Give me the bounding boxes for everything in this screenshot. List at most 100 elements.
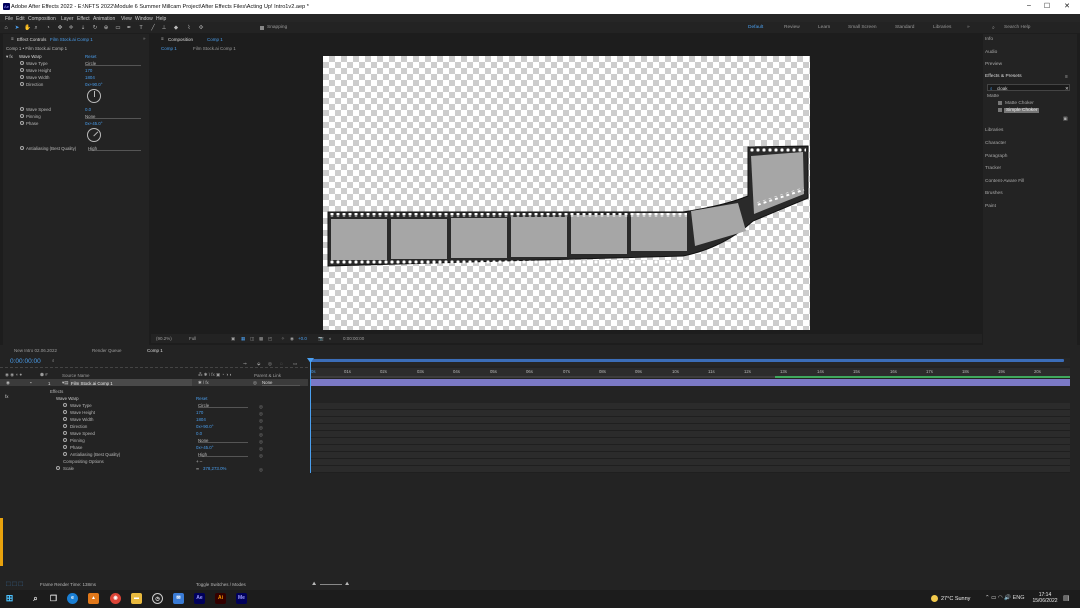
menu-animation[interactable]: Animation: [93, 16, 115, 22]
mail-icon[interactable]: ✉: [173, 593, 184, 604]
tl-wave-type-dropdown[interactable]: Circle: [198, 403, 248, 408]
stopwatch-icon[interactable]: [20, 82, 24, 86]
weather-text[interactable]: 27°C Sunny: [941, 596, 970, 602]
zoom-dropdown[interactable]: (90.2%): [156, 336, 172, 341]
menu-edit[interactable]: Edit: [16, 16, 25, 22]
wave-height-value[interactable]: 170: [85, 68, 92, 73]
stopwatch-icon[interactable]: [20, 114, 24, 118]
frame-blending-icon[interactable]: ▭: [293, 361, 297, 367]
category-matte[interactable]: Matte: [987, 94, 999, 99]
maximize-icon[interactable]: ☐: [1040, 2, 1054, 10]
phase-value[interactable]: 0x+45.0°: [85, 121, 103, 126]
panel-content-aware-fill[interactable]: Content-Aware Fill: [985, 179, 1024, 184]
file-explorer-icon[interactable]: ▬: [131, 593, 142, 604]
pen-tool-icon[interactable]: ✒: [126, 25, 132, 31]
viewer-timecode[interactable]: 0:00:00:00: [343, 336, 364, 341]
orbit-tool-icon[interactable]: ◔: [45, 25, 51, 31]
stopwatch-icon[interactable]: [63, 445, 67, 449]
tree-wave-warp[interactable]: Wave Warp: [56, 396, 79, 401]
clock[interactable]: 17:14 15/06/2022: [1032, 592, 1058, 604]
menu-window[interactable]: Window: [135, 16, 153, 22]
subtab-comp-1[interactable]: Comp 1: [161, 46, 177, 51]
wave-width-value[interactable]: 1804: [85, 75, 95, 80]
stopwatch-icon[interactable]: [63, 431, 67, 435]
effects-search-box[interactable]: ⌕ cloak ✕: [987, 84, 1070, 91]
close-icon[interactable]: ✕: [1060, 2, 1074, 10]
edge-icon[interactable]: e: [67, 593, 78, 604]
menu-view[interactable]: View: [121, 16, 132, 22]
layer-duration-bar[interactable]: [310, 379, 1070, 386]
snapping-checkbox[interactable]: [260, 26, 264, 30]
transparency-grid-icon[interactable]: ▩: [259, 336, 263, 342]
composition-canvas[interactable]: [323, 56, 810, 330]
panel-info[interactable]: Info: [985, 37, 993, 42]
tl-phase-value[interactable]: 0x+45.0°: [196, 445, 214, 450]
tl-wave-width-value[interactable]: 1804: [196, 417, 206, 422]
antialiasing-dropdown[interactable]: High: [88, 146, 141, 151]
clock-app-icon[interactable]: ◷: [152, 593, 163, 604]
workspace-learn[interactable]: Learn: [818, 25, 830, 30]
comp-flowchart-icon[interactable]: ⇝: [243, 361, 247, 367]
panel-character[interactable]: Character: [985, 141, 1006, 146]
zoom-tool-icon[interactable]: ⌕: [33, 25, 39, 31]
wave-speed-value[interactable]: 0.0: [85, 107, 91, 112]
phase-dial[interactable]: [84, 125, 104, 145]
reset-link[interactable]: Reset: [85, 54, 96, 59]
tab-comp-1[interactable]: Comp 1: [147, 348, 163, 353]
layer-name[interactable]: Film Stock.ai Comp 1: [70, 379, 192, 386]
rotate-tool-icon[interactable]: ↻: [92, 25, 98, 31]
effect-simple-choker[interactable]: Simple Choker: [1004, 107, 1040, 113]
stopwatch-icon[interactable]: [63, 424, 67, 428]
panel-tracker[interactable]: Tracker: [985, 166, 1001, 171]
3d-view-icon[interactable]: ◰: [268, 336, 272, 342]
panel-libraries[interactable]: Libraries: [985, 128, 1003, 133]
windows-start-icon[interactable]: ⊞: [4, 593, 15, 604]
tl-wave-speed-value[interactable]: 0.0: [196, 431, 202, 436]
layer-row[interactable]: ◉ ▪ 1 ▾▤ Film Stock.ai Comp 1 ✱ / fx ◎ N…: [0, 379, 308, 386]
tl-direction-value[interactable]: 0x+90.0°: [196, 424, 214, 429]
scale-value[interactable]: 378,273.0%: [203, 466, 226, 471]
clone-stamp-icon[interactable]: ⊥: [161, 25, 167, 31]
clear-search-icon[interactable]: ✕: [1065, 86, 1069, 92]
selection-tool-icon[interactable]: ➤: [14, 25, 20, 31]
tree-scale[interactable]: Scale: [63, 466, 74, 471]
chrome-icon[interactable]: ◉: [110, 593, 121, 604]
expression-pickwhip-icons[interactable]: ◎ ◎ ◎ ◎ ◎ ◎ ◎ ◎ ◎: [259, 403, 263, 473]
workspace-default[interactable]: Default: [748, 25, 763, 30]
task-view-icon[interactable]: ❐: [48, 593, 59, 604]
direction-dial[interactable]: [87, 89, 101, 103]
tab-composition-comp[interactable]: Comp 1: [207, 37, 223, 42]
stopwatch-icon[interactable]: [63, 403, 67, 407]
new-folder-icon[interactable]: ▣: [1063, 116, 1068, 122]
motion-blur-icon[interactable]: ◎: [268, 361, 272, 367]
zoom-slider[interactable]: [320, 584, 342, 585]
timeline-timecode[interactable]: 0:00:00:00: [10, 358, 41, 365]
system-tray-icons[interactable]: ⌃ ▭ ◠ 🔊 ENG: [985, 595, 1024, 601]
workspace-standard[interactable]: Standard: [895, 25, 914, 30]
tree-reset[interactable]: Reset: [196, 396, 207, 401]
pan-behind-tool-icon[interactable]: ⊕: [103, 25, 109, 31]
rectangle-tool-icon[interactable]: ▭: [115, 25, 121, 31]
search-icon[interactable]: ⌕: [30, 593, 41, 604]
stopwatch-icon[interactable]: [20, 121, 24, 125]
stopwatch-icon[interactable]: [63, 417, 67, 421]
work-area-bar[interactable]: [310, 359, 1064, 362]
minimize-icon[interactable]: –: [1022, 2, 1036, 9]
stopwatch-icon[interactable]: [63, 438, 67, 442]
panel-brushes[interactable]: Brushes: [985, 191, 1003, 196]
tree-compositing-options[interactable]: Compositing Options: [63, 459, 104, 464]
playhead[interactable]: [310, 358, 311, 473]
menu-layer[interactable]: Layer: [61, 16, 74, 22]
tl-pinning-dropdown[interactable]: None: [198, 438, 248, 443]
subtab-film-stock[interactable]: Film Stock.ai Comp 1: [193, 46, 236, 51]
mask-icon[interactable]: ◫: [250, 336, 254, 342]
dolly-tool-icon[interactable]: ⇣: [80, 25, 86, 31]
region-of-interest-icon[interactable]: ▣: [231, 336, 235, 342]
puppet-tool-icon[interactable]: ✣: [198, 25, 204, 31]
fx-icon[interactable]: fx: [5, 394, 8, 399]
stopwatch-icon[interactable]: [20, 107, 24, 111]
grid-icon[interactable]: ▦: [241, 336, 245, 342]
panel-menu-icon[interactable]: ≡: [1065, 74, 1068, 80]
tab-render-queue[interactable]: Render Queue: [92, 348, 122, 353]
menu-effect[interactable]: Effect: [77, 16, 90, 22]
